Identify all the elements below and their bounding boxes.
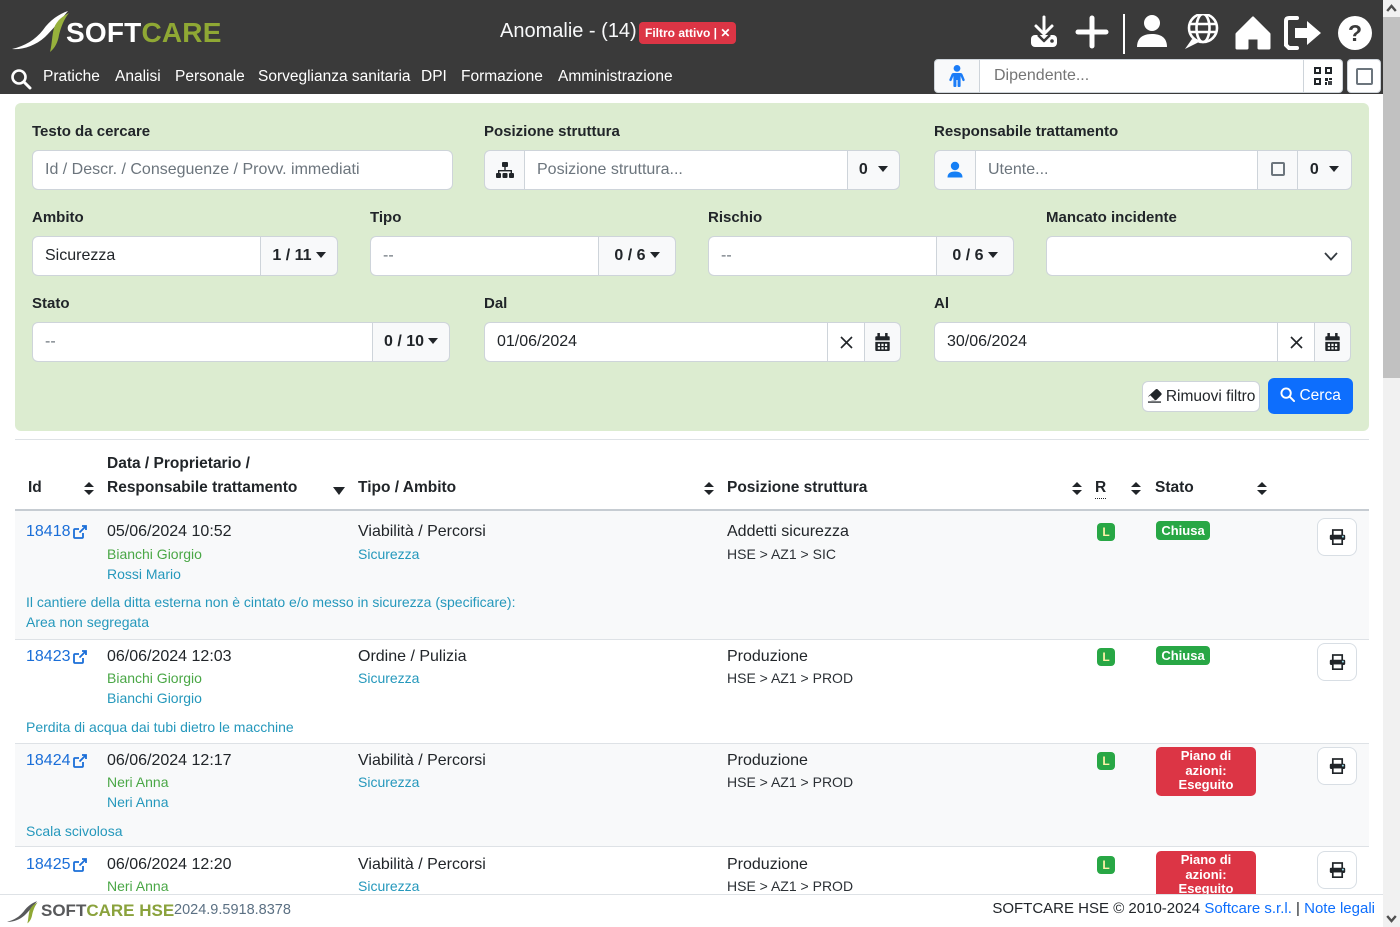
svg-text:?: ? (1348, 20, 1362, 46)
svg-text:SOFTCARE: SOFTCARE (66, 17, 222, 48)
